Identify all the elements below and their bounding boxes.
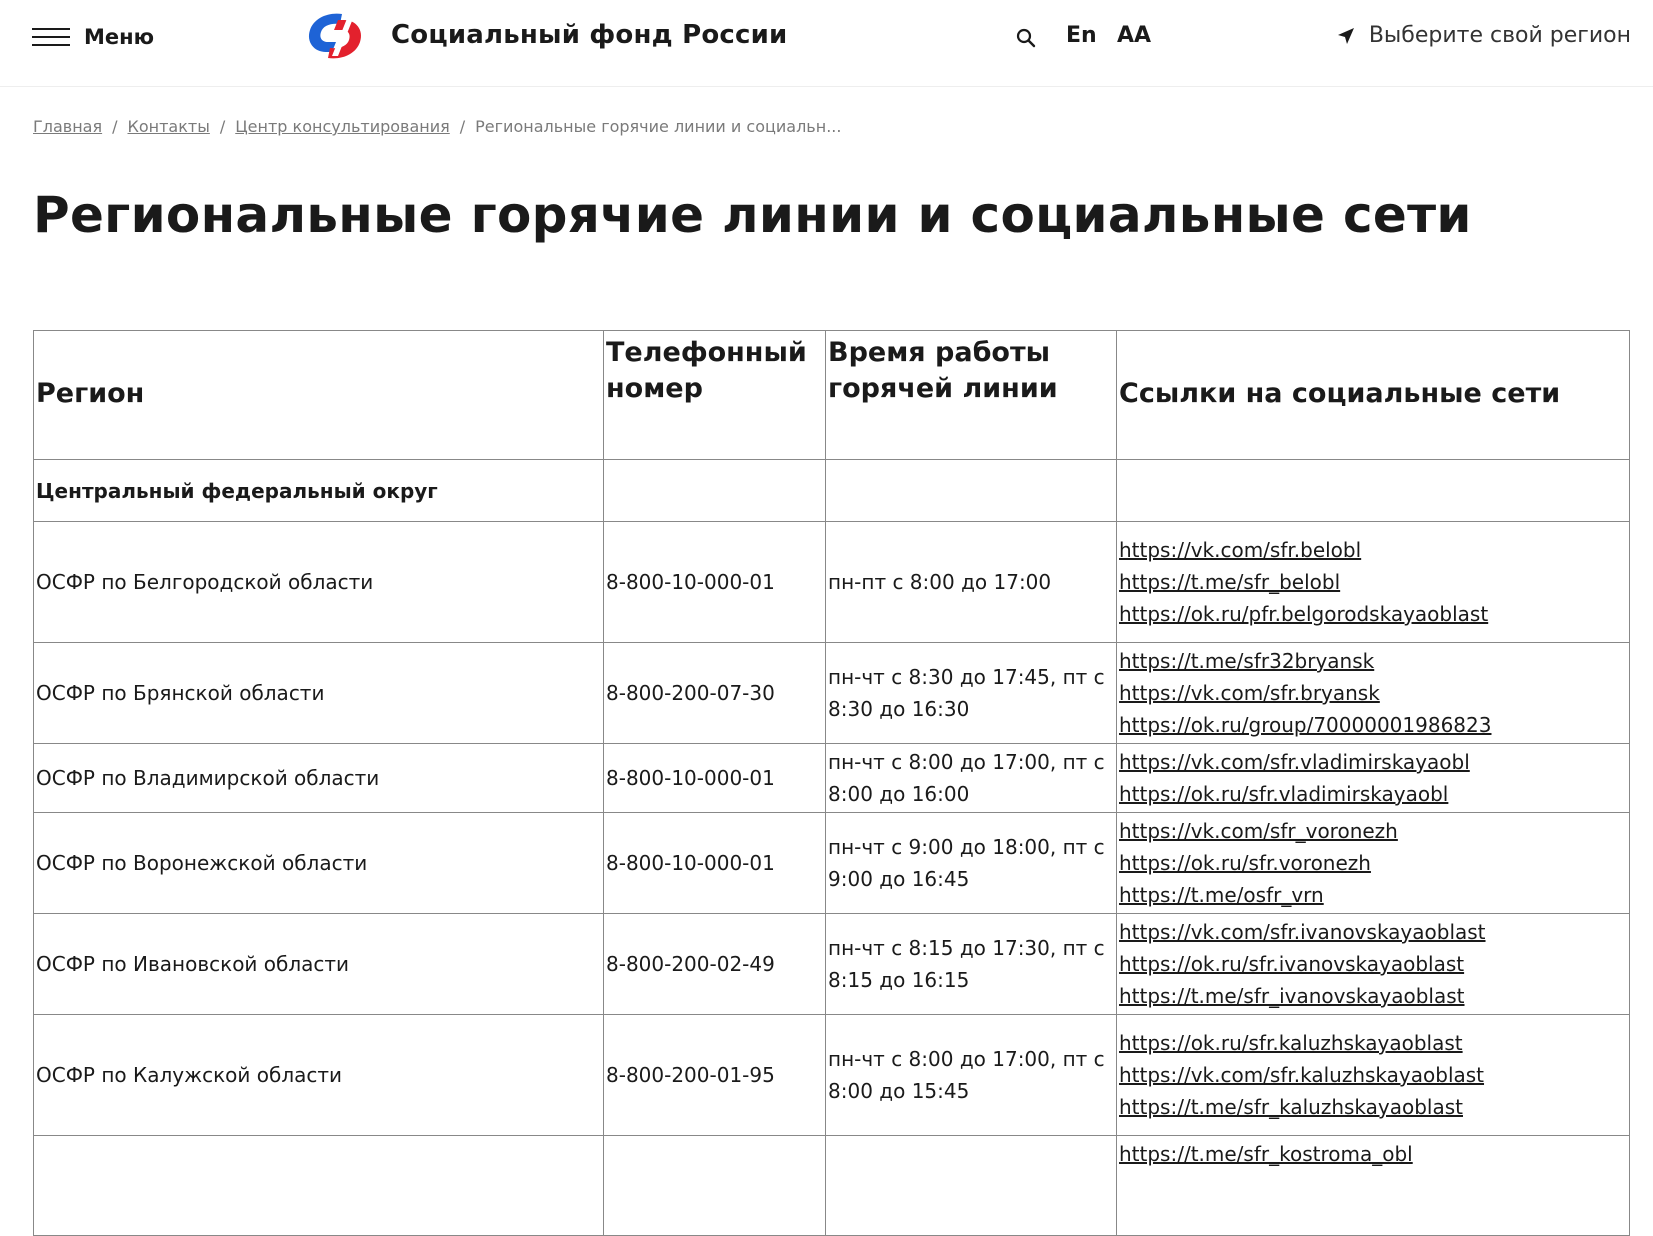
table-cell: [603, 459, 826, 522]
hotlines-table-container: Регион Телефонный номер Время работы гор…: [33, 330, 1630, 1236]
social-link[interactable]: https://ok.ru/group/70000001986823: [1119, 709, 1627, 741]
hours-cell: пн-чт с 9:00 до 18:00, пт с 9:00 до 16:4…: [825, 812, 1117, 914]
social-link[interactable]: https://t.me/sfr_ivanovskayaoblast: [1119, 980, 1627, 1012]
location-arrow-icon: [1337, 27, 1354, 44]
table-row: ОСФР по Владимирской области 8-800-10-00…: [33, 743, 1630, 813]
menu-label: Меню: [84, 25, 155, 49]
links-cell: https://t.me/sfr32bryansk https://vk.com…: [1116, 642, 1630, 744]
links-cell: https://vk.com/sfr.ivanovskayaoblast htt…: [1116, 913, 1630, 1015]
breadcrumb-current: Региональные горячие линии и социальн...: [475, 117, 842, 136]
region-cell: ОСФР по Калужской области: [33, 1014, 604, 1136]
region-cell: ОСФР по Владимирской области: [33, 743, 604, 813]
hours-cell: пн-пт с 8:00 до 17:00: [825, 521, 1117, 643]
breadcrumb-home[interactable]: Главная: [33, 117, 102, 136]
site-title[interactable]: Социальный фонд России: [391, 20, 787, 50]
region-cell: ОСФР по Брянской области: [33, 642, 604, 744]
phone-cell: [603, 1135, 826, 1236]
social-link[interactable]: https://ok.ru/sfr.kaluzhskayaoblast: [1119, 1027, 1627, 1059]
links-cell: https://vk.com/sfr.belobl https://t.me/s…: [1116, 521, 1630, 643]
social-link[interactable]: https://vk.com/sfr.kaluzhskayaoblast: [1119, 1059, 1627, 1091]
region-cell: ОСФР по Ивановской области: [33, 913, 604, 1015]
region-cell: [33, 1135, 604, 1236]
phone-cell: 8-800-10-000-01: [603, 812, 826, 914]
breadcrumb-separator: /: [112, 117, 118, 136]
social-link[interactable]: https://ok.ru/pfr.belgorodskayaoblast: [1119, 598, 1627, 630]
social-link[interactable]: https://ok.ru/sfr.voronezh: [1119, 847, 1627, 879]
header-region: Регион: [33, 330, 604, 460]
header-hours: Время работы горячей линии: [825, 330, 1117, 460]
hours-cell: пн-чт с 8:00 до 17:00, пт с 8:00 до 15:4…: [825, 1014, 1117, 1136]
header-phone: Телефонный номер: [603, 330, 826, 460]
table-group-row: Центральный федеральный округ: [33, 459, 1630, 522]
hours-cell: [825, 1135, 1117, 1236]
table-row: ОСФР по Белгородской области 8-800-10-00…: [33, 521, 1630, 643]
phone-cell: 8-800-200-02-49: [603, 913, 826, 1015]
table-cell: [825, 459, 1117, 522]
menu-button[interactable]: Меню: [32, 22, 154, 52]
region-cell: ОСФР по Белгородской области: [33, 521, 604, 643]
phone-cell: 8-800-200-01-95: [603, 1014, 826, 1136]
hours-cell: пн-чт с 8:30 до 17:45, пт с 8:30 до 16:3…: [825, 642, 1117, 744]
table-row: https://t.me/sfr_kostroma_obl: [33, 1135, 1630, 1236]
breadcrumb-separator: /: [459, 117, 466, 136]
breadcrumb-separator: /: [219, 117, 226, 136]
phone-cell: 8-800-200-07-30: [603, 642, 826, 744]
links-cell: https://ok.ru/sfr.kaluzhskayaoblast http…: [1116, 1014, 1630, 1136]
sfr-logo[interactable]: [302, 8, 368, 64]
region-label: Выберите свой регион: [1368, 23, 1631, 48]
social-link[interactable]: https://vk.com/sfr.bryansk: [1119, 677, 1627, 709]
social-link[interactable]: https://vk.com/sfr.ivanovskayaoblast: [1119, 916, 1627, 948]
social-link[interactable]: https://t.me/sfr_kaluzhskayaoblast: [1119, 1091, 1627, 1123]
social-link[interactable]: https://vk.com/sfr.vladimirskayaobl: [1119, 746, 1627, 778]
phone-cell: 8-800-10-000-01: [603, 743, 826, 813]
group-title: Центральный федеральный округ: [33, 459, 604, 522]
region-cell: ОСФР по Воронежской области: [33, 812, 604, 914]
table-row: ОСФР по Ивановской области 8-800-200-02-…: [33, 913, 1630, 1015]
breadcrumb: Главная / Контакты / Центр консультирования /…: [33, 117, 841, 136]
language-switch[interactable]: En: [1066, 23, 1097, 48]
hours-cell: пн-чт с 8:00 до 17:00, пт с 8:00 до 16:0…: [825, 743, 1117, 813]
social-link[interactable]: https://ok.ru/sfr.vladimirskayaobl: [1119, 778, 1627, 810]
site-header: Меню Социальный фонд России En AA Выбери…: [0, 0, 1653, 87]
breadcrumb-consulting-center[interactable]: Центр консультирования: [235, 117, 450, 136]
social-link[interactable]: https://vk.com/sfr_voronezh: [1119, 815, 1627, 847]
table-row: ОСФР по Калужской области 8-800-200-01-9…: [33, 1014, 1630, 1136]
table-row: ОСФР по Брянской области 8-800-200-07-30…: [33, 642, 1630, 744]
social-link[interactable]: https://t.me/osfr_vrn: [1119, 879, 1627, 911]
social-link[interactable]: https://t.me/sfr32bryansk: [1119, 645, 1627, 677]
font-size-toggle[interactable]: AA: [1117, 23, 1151, 48]
social-link[interactable]: https://t.me/sfr_belobl: [1119, 566, 1627, 598]
links-cell: https://vk.com/sfr.vladimirskayaobl http…: [1116, 743, 1630, 813]
hotlines-table: Регион Телефонный номер Время работы гор…: [33, 330, 1630, 1236]
social-link[interactable]: https://vk.com/sfr.belobl: [1119, 534, 1627, 566]
social-link[interactable]: https://t.me/sfr_kostroma_obl: [1119, 1138, 1627, 1170]
table-cell: [1116, 459, 1630, 522]
table-row: ОСФР по Воронежской области 8-800-10-000…: [33, 812, 1630, 914]
search-icon[interactable]: [1015, 27, 1037, 49]
page-title: Региональные горячие линии и социальные …: [33, 186, 1472, 244]
hours-cell: пн-чт с 8:15 до 17:30, пт с 8:15 до 16:1…: [825, 913, 1117, 1015]
links-cell: https://vk.com/sfr_voronezh https://ok.r…: [1116, 812, 1630, 914]
phone-cell: 8-800-10-000-01: [603, 521, 826, 643]
links-cell: https://t.me/sfr_kostroma_obl: [1116, 1135, 1630, 1236]
region-selector[interactable]: Выберите свой регион: [1337, 23, 1631, 48]
breadcrumb-contacts[interactable]: Контакты: [128, 117, 210, 136]
hamburger-icon: [32, 26, 70, 48]
table-header-row: Регион Телефонный номер Время работы гор…: [33, 330, 1630, 460]
header-social-links: Ссылки на социальные сети: [1116, 330, 1630, 460]
social-link[interactable]: https://ok.ru/sfr.ivanovskayaoblast: [1119, 948, 1627, 980]
